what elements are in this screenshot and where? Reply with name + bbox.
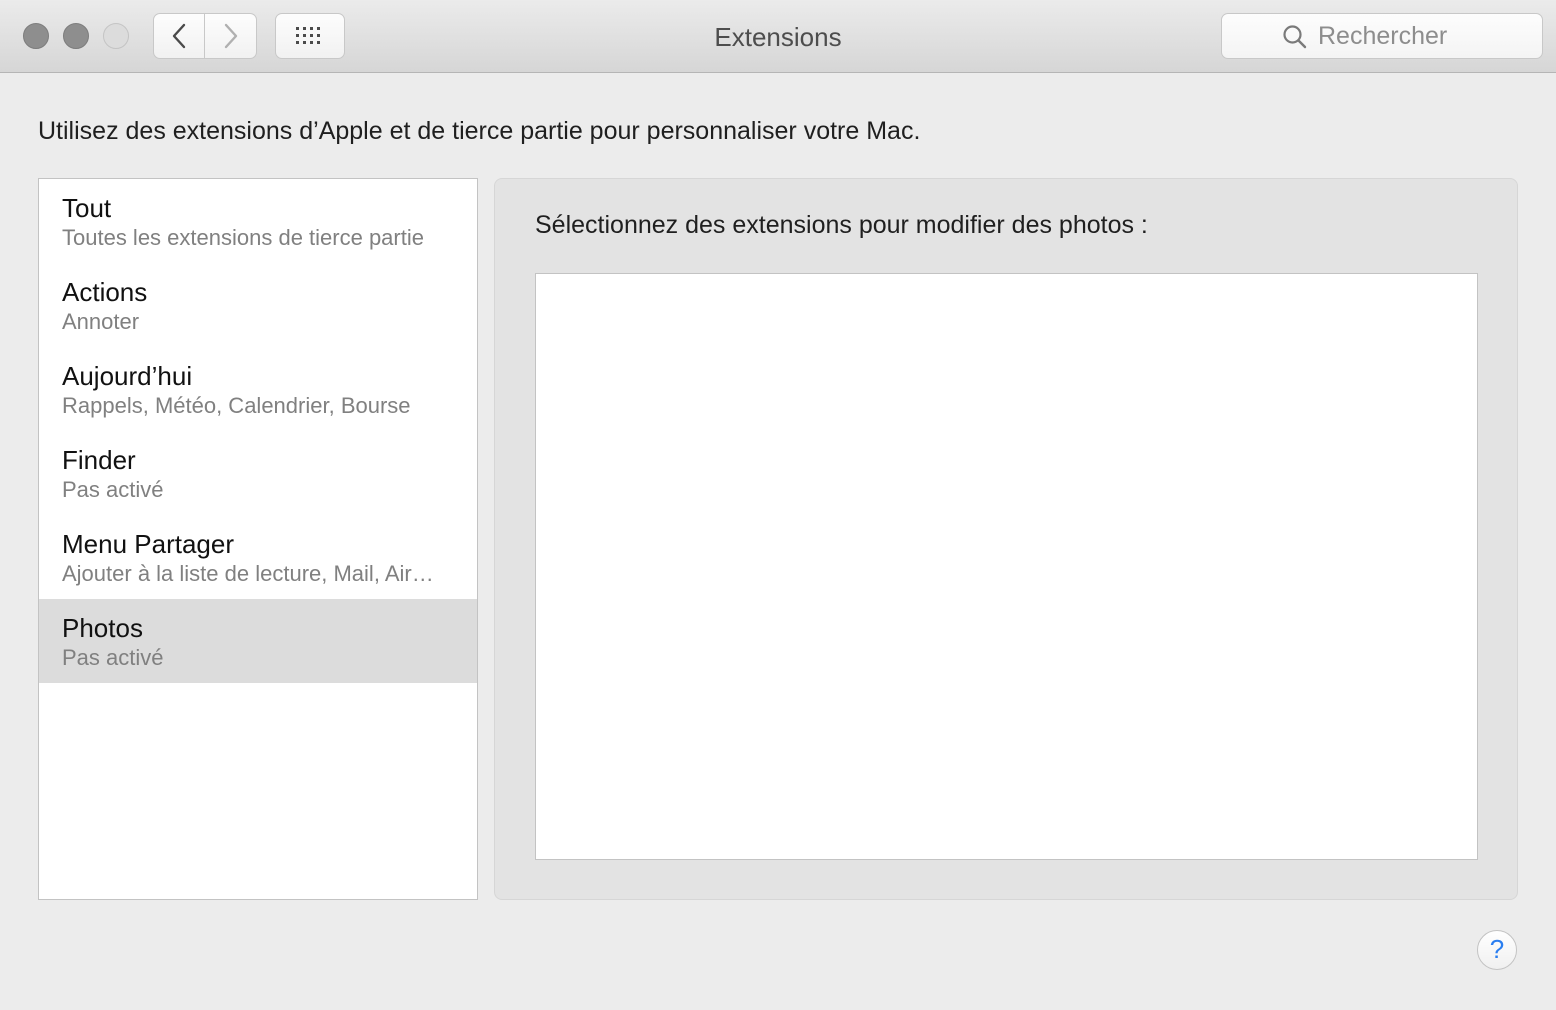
list-item-photos[interactable]: Photos Pas activé — [39, 599, 477, 683]
list-item-subtitle: Rappels, Météo, Calendrier, Bourse — [62, 393, 411, 418]
list-item-subtitle: Annoter — [62, 309, 140, 334]
panel-label: Sélectionnez des extensions pour modifie… — [535, 211, 1148, 239]
list-item-finder[interactable]: Finder Pas activé — [39, 431, 477, 515]
list-item-menu-partager[interactable]: Menu Partager Ajouter à la liste de lect… — [39, 515, 477, 599]
search-field[interactable]: Rechercher — [1221, 13, 1543, 59]
extensions-detail-panel: Sélectionnez des extensions pour modifie… — [494, 178, 1518, 900]
list-item-title: Menu Partager — [62, 529, 234, 559]
list-item-title: Photos — [62, 613, 143, 643]
list-item-title: Finder — [62, 445, 136, 475]
list-item-tout[interactable]: Tout Toutes les extensions de tierce par… — [39, 179, 477, 263]
list-item-title: Aujourd’hui — [62, 361, 193, 391]
intro-text: Utilisez des extensions d’Apple et de ti… — [38, 117, 921, 145]
search-icon — [1283, 25, 1307, 49]
list-item-title: Tout — [62, 193, 112, 223]
extensions-list-box[interactable] — [535, 273, 1478, 860]
list-item-subtitle: Toutes les extensions de tierce partie — [62, 225, 424, 250]
help-button[interactable]: ? — [1477, 930, 1517, 970]
list-item-title: Actions — [62, 277, 148, 307]
list-item-subtitle: Pas activé — [62, 645, 164, 670]
preferences-window: Extensions Rechercher Utilisez des exten… — [0, 0, 1556, 1010]
extensions-category-list: Tout Toutes les extensions de tierce par… — [38, 178, 478, 900]
list-item-subtitle: Ajouter à la liste de lecture, Mail, Air… — [62, 561, 434, 586]
title-bar: Extensions Rechercher — [0, 0, 1556, 73]
list-item-subtitle: Pas activé — [62, 477, 164, 502]
list-item-aujourdhui[interactable]: Aujourd’hui Rappels, Météo, Calendrier, … — [39, 347, 477, 431]
search-placeholder: Rechercher — [1318, 22, 1448, 50]
list-item-actions[interactable]: Actions Annoter — [39, 263, 477, 347]
